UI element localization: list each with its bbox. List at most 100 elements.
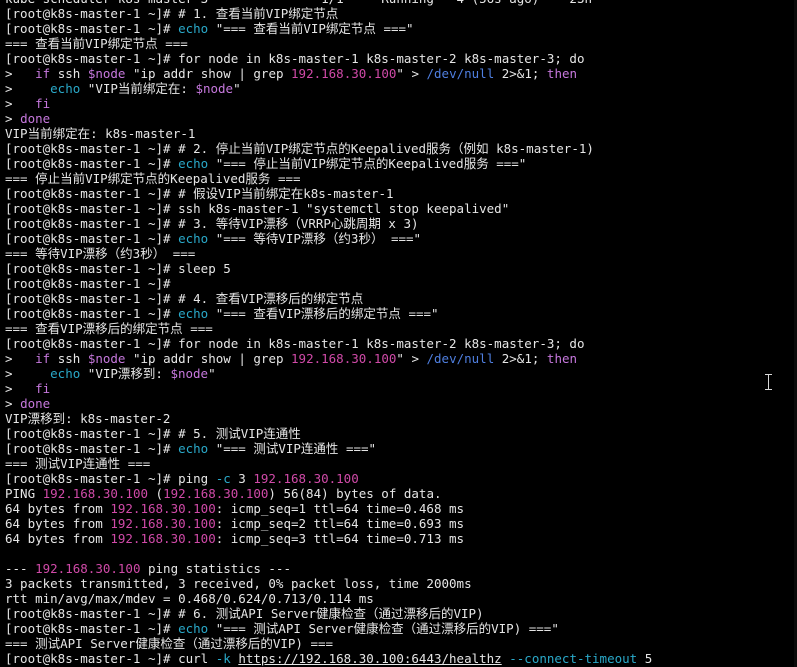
- terminal-text-segment: >: [5, 381, 36, 396]
- terminal-text-segment: then: [546, 351, 578, 366]
- terminal-window[interactable]: kube-scheduler-k8s-master-3 1/1 Running …: [0, 0, 797, 667]
- terminal-text-segment: ping statistics ---: [140, 561, 291, 576]
- terminal-text-segment: 64 bytes from: [5, 516, 111, 531]
- terminal-text-segment: "=== 查看当前VIP绑定节点 ===": [208, 21, 414, 36]
- terminal-line: [root@k8s-master-1 ~]# for node in k8s-m…: [5, 51, 797, 66]
- terminal-text-segment: [root@k8s-master-1 ~]# # 1. 查看当前VIP绑定节点: [5, 6, 339, 21]
- terminal-text-segment: 192.168.30.100: [253, 471, 359, 486]
- terminal-text-segment: [root@k8s-master-1 ~]# ping: [5, 471, 216, 486]
- terminal-text-segment: $node: [87, 66, 126, 81]
- terminal-text-segment: >: [5, 96, 36, 111]
- terminal-line: > if ssh $node "ip addr show | grep 192.…: [5, 351, 797, 366]
- terminal-line: [root@k8s-master-1 ~]#: [5, 276, 797, 291]
- terminal-text-segment: 192.168.30.100: [110, 531, 216, 546]
- terminal-line: [root@k8s-master-1 ~]# # 5. 测试VIP连通性: [5, 426, 797, 441]
- terminal-line: [root@k8s-master-1 ~]# # 假设VIP当前绑定在k8s-m…: [5, 186, 797, 201]
- terminal-line: [root@k8s-master-1 ~]# # 3. 等待VIP漂移（VRRP…: [5, 216, 797, 231]
- terminal-text-segment: done: [20, 396, 51, 411]
- terminal-text-segment: 3 packets transmitted, 3 received, 0% pa…: [5, 576, 472, 591]
- terminal-text-segment: $node: [170, 366, 209, 381]
- terminal-line: > echo "VIP当前绑定在: $node": [5, 81, 797, 96]
- terminal-text-segment: === 停止当前VIP绑定节点的Keepalived服务 ===: [5, 171, 301, 186]
- terminal-line: VIP漂移到: k8s-master-2: [5, 411, 797, 426]
- terminal-text-segment: 192.168.30.100: [35, 561, 141, 576]
- terminal-text-segment: " >: [396, 351, 427, 366]
- terminal-line: 64 bytes from 192.168.30.100: icmp_seq=1…: [5, 501, 797, 516]
- terminal-line: > done: [5, 396, 797, 411]
- terminal-text-segment: [root@k8s-master-1 ~]# # 5. 测试VIP连通性: [5, 426, 301, 441]
- terminal-text-segment: "VIP漂移到:: [80, 366, 171, 381]
- terminal-text-segment: if: [35, 351, 51, 366]
- terminal-text-segment: 192.168.30.100: [110, 516, 216, 531]
- terminal-text-segment: [root@k8s-master-1 ~]#: [5, 21, 179, 36]
- terminal-text-segment: echo: [178, 441, 209, 456]
- terminal-text-segment: "=== 等待VIP漂移（约3秒） ===": [208, 231, 422, 246]
- terminal-text-segment: [root@k8s-master-1 ~]# # 假设VIP当前绑定在k8s-m…: [5, 186, 394, 201]
- terminal-text-segment: VIP当前绑定在: k8s-master-1: [5, 126, 196, 141]
- terminal-text-segment: >: [5, 366, 51, 381]
- terminal-text-segment: "=== 查看VIP漂移后的绑定节点 ===": [208, 306, 439, 321]
- terminal-line: [root@k8s-master-1 ~]# ssh k8s-master-1 …: [5, 201, 797, 216]
- terminal-text-segment: [root@k8s-master-1 ~]#: [5, 306, 179, 321]
- terminal-line: PING 192.168.30.100 (192.168.30.100) 56(…: [5, 486, 797, 501]
- terminal-text-segment: [root@k8s-master-1 ~]#: [5, 276, 171, 291]
- terminal-text-segment: [root@k8s-master-1 ~]#: [5, 441, 179, 456]
- terminal-line: === 查看当前VIP绑定节点 ===: [5, 36, 797, 51]
- terminal-text-segment: === 等待VIP漂移（约3秒） ===: [5, 246, 196, 261]
- terminal-text-segment: : icmp_seq=1 ttl=64 time=0.468 ms: [215, 501, 465, 516]
- terminal-line: 64 bytes from 192.168.30.100: icmp_seq=3…: [5, 531, 797, 546]
- terminal-line: rtt min/avg/max/mdev = 0.468/0.624/0.713…: [5, 591, 797, 606]
- terminal-text-segment: [root@k8s-master-1 ~]# # 3. 等待VIP漂移（VRRP…: [5, 216, 419, 231]
- terminal-text-segment: done: [20, 111, 51, 126]
- terminal-line: === 等待VIP漂移（约3秒） ===: [5, 246, 797, 261]
- terminal-text-segment: [root@k8s-master-1 ~]# # 6. 测试API Server…: [5, 606, 484, 621]
- terminal-text-segment: 2>&1;: [494, 66, 547, 81]
- terminal-text-segment: === 查看当前VIP绑定节点 ===: [5, 36, 188, 51]
- terminal-text-segment: echo: [50, 81, 81, 96]
- terminal-text-segment: ssh: [50, 66, 88, 81]
- terminal-text-segment: -c: [215, 471, 231, 486]
- terminal-line: [root@k8s-master-1 ~]# echo "=== 停止当前VIP…: [5, 156, 797, 171]
- terminal-text-segment: === 测试VIP连通性 ===: [5, 456, 151, 471]
- terminal-text-segment: 2>&1;: [494, 351, 547, 366]
- terminal-text-segment: >: [5, 396, 21, 411]
- terminal-text-segment: echo: [178, 306, 209, 321]
- terminal-text-segment: /dev/null: [426, 66, 495, 81]
- terminal-text-segment: "=== 测试API Server健康检查（通过漂移后的VIP) ===": [208, 621, 559, 636]
- terminal-text-segment: rtt min/avg/max/mdev = 0.468/0.624/0.713…: [5, 591, 374, 606]
- terminal-line: [root@k8s-master-1 ~]# sleep 5: [5, 261, 797, 276]
- terminal-text-segment: [root@k8s-master-1 ~]# for node in k8s-m…: [5, 336, 585, 351]
- terminal-text-segment: ssh: [50, 351, 88, 366]
- terminal-text-segment: 192.168.30.100: [163, 486, 269, 501]
- terminal-text-segment: >: [5, 351, 36, 366]
- terminal-text-segment: [root@k8s-master-1 ~]# curl: [5, 651, 216, 666]
- terminal-text-segment: --connect-timeout: [509, 651, 638, 666]
- terminal-text-segment: echo: [178, 231, 209, 246]
- terminal-line: > done: [5, 111, 797, 126]
- terminal-text-segment: [root@k8s-master-1 ~]# # 4. 查看VIP漂移后的绑定节…: [5, 291, 364, 306]
- terminal-text-segment: ": [208, 366, 216, 381]
- terminal-text-segment: 64 bytes from: [5, 531, 111, 546]
- terminal-line: [root@k8s-master-1 ~]# echo "=== 等待VIP漂移…: [5, 231, 797, 246]
- terminal-text-segment: https://192.168.30.100:6443/healthz: [238, 651, 502, 666]
- terminal-text-segment: : icmp_seq=2 ttl=64 time=0.693 ms: [215, 516, 465, 531]
- terminal-text-segment: [root@k8s-master-1 ~]#: [5, 156, 179, 171]
- terminal-line: [root@k8s-master-1 ~]# echo "=== 查看当前VIP…: [5, 21, 797, 36]
- terminal-text-segment: [root@k8s-master-1 ~]# ssh k8s-master-1 …: [5, 201, 510, 216]
- terminal-line: > fi: [5, 96, 797, 111]
- terminal-text-segment: echo: [178, 21, 209, 36]
- terminal-line: === 查看VIP漂移后的绑定节点 ===: [5, 321, 797, 336]
- terminal-line: [root@k8s-master-1 ~]# # 4. 查看VIP漂移后的绑定节…: [5, 291, 797, 306]
- terminal-line: === 测试VIP连通性 ===: [5, 456, 797, 471]
- terminal-text-segment: 3: [230, 471, 254, 486]
- terminal-text-segment: ---: [5, 561, 36, 576]
- terminal-text-segment: $node: [195, 81, 234, 96]
- terminal-text-segment: " >: [396, 66, 427, 81]
- terminal-output: kube-scheduler-k8s-master-3 1/1 Running …: [5, 0, 797, 666]
- terminal-text-segment: 5: [637, 651, 653, 666]
- terminal-line: [root@k8s-master-1 ~]# # 2. 停止当前VIP绑定节点的…: [5, 141, 797, 156]
- terminal-text-segment: then: [546, 66, 578, 81]
- terminal-line: [root@k8s-master-1 ~]# for node in k8s-m…: [5, 336, 797, 351]
- terminal-line: 3 packets transmitted, 3 received, 0% pa…: [5, 576, 797, 591]
